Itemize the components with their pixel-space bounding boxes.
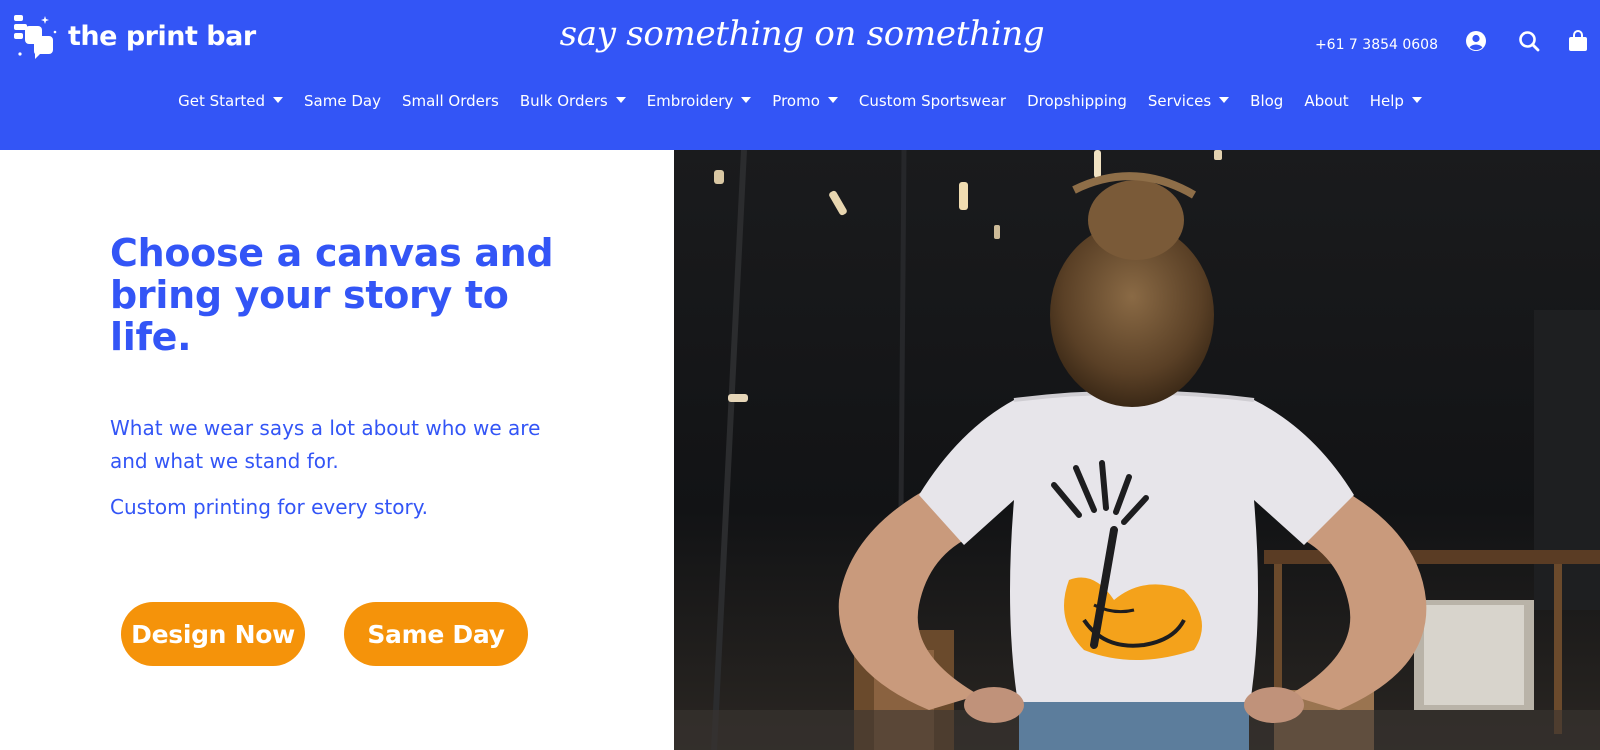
hero-text-panel: Choose a canvas and bring your story to … — [0, 150, 674, 750]
nav-item-services[interactable]: Services — [1147, 92, 1230, 110]
nav-item-label: Embroidery — [646, 92, 734, 110]
nav-item-label: Same Day — [304, 92, 381, 110]
nav-item-label: Services — [1147, 92, 1212, 110]
nav-item-label: Dropshipping — [1027, 92, 1127, 110]
caret-down-icon — [273, 97, 283, 103]
design-now-button[interactable]: Design Now — [121, 602, 305, 666]
nav-item-help[interactable]: Help — [1370, 92, 1422, 110]
user-circle-icon[interactable] — [1464, 29, 1488, 53]
nav-item-label: Custom Sportswear — [858, 92, 1007, 110]
nav-item-bulk-orders[interactable]: Bulk Orders — [520, 92, 626, 110]
nav-item-same-day[interactable]: Same Day — [304, 92, 381, 110]
nav-item-get-started[interactable]: Get Started — [178, 92, 283, 110]
site-header: the print bar say something on something… — [0, 0, 1600, 150]
same-day-button[interactable]: Same Day — [344, 602, 528, 666]
search-icon[interactable] — [1517, 29, 1541, 53]
nav-item-label: Promo — [772, 92, 820, 110]
nav-item-about[interactable]: About — [1304, 92, 1348, 110]
nav-item-promo[interactable]: Promo — [772, 92, 838, 110]
nav-item-label: Bulk Orders — [519, 92, 608, 110]
nav-item-label: About — [1304, 92, 1349, 110]
nav-item-dropshipping[interactable]: Dropshipping — [1027, 92, 1127, 110]
hero-subparagraph: Custom printing for every story. — [110, 495, 429, 519]
woman-in-printed-tshirt-photo — [674, 150, 1600, 750]
phone-link[interactable]: +61 7 3854 0608 — [1315, 37, 1438, 53]
nav-item-custom-sportswear[interactable]: Custom Sportswear — [859, 92, 1006, 110]
nav-item-label: Get Started — [178, 92, 265, 110]
caret-down-icon — [741, 97, 752, 103]
main-nav: Get Started Same Day Small Orders Bulk Orde… — [0, 92, 1600, 110]
nav-item-embroidery[interactable]: Embroidery — [647, 92, 752, 110]
nav-item-blog[interactable]: Blog — [1250, 92, 1283, 110]
caret-down-icon — [1411, 97, 1422, 103]
caret-down-icon — [615, 97, 626, 103]
nav-item-label: Help — [1369, 92, 1404, 110]
nav-item-label: Small Orders — [401, 92, 499, 110]
nav-item-label: Blog — [1250, 92, 1284, 110]
caret-down-icon — [1219, 97, 1230, 103]
shopping-bag-icon[interactable] — [1566, 29, 1590, 53]
hero-paragraph: What we wear says a lot about who we are… — [110, 416, 541, 473]
hero-headline: Choose a canvas and bring your story to … — [110, 231, 554, 359]
nav-item-small-orders[interactable]: Small Orders — [402, 92, 499, 110]
caret-down-icon — [827, 97, 838, 103]
